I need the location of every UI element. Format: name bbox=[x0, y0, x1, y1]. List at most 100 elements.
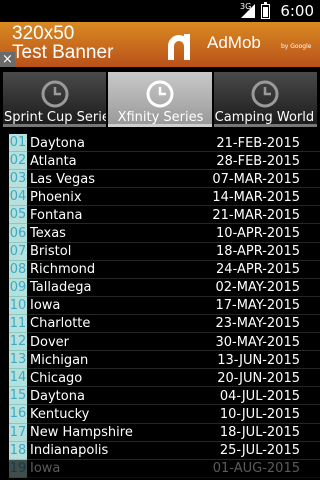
list-item[interactable]: 12 Dover 30-MAY-2015 bbox=[0, 333, 320, 352]
race-date: 13-JUN-2015 bbox=[217, 352, 300, 368]
race-number: 13 bbox=[9, 351, 27, 370]
list-item[interactable]: 09 Talladega 02-MAY-2015 bbox=[0, 278, 320, 297]
race-date: 17-MAY-2015 bbox=[215, 298, 300, 314]
race-number: 09 bbox=[9, 278, 27, 297]
series-tabs: Sprint Cup Series Xfinity Series Camping… bbox=[0, 67, 320, 130]
race-number: 04 bbox=[9, 188, 27, 207]
race-date: 20-JUN-2015 bbox=[217, 370, 300, 386]
race-date: 01-AUG-2015 bbox=[212, 461, 300, 477]
list-item[interactable]: 19 Iowa 01-AUG-2015 bbox=[0, 459, 320, 478]
status-time: 6:00 bbox=[280, 2, 314, 20]
race-number: 03 bbox=[9, 170, 27, 189]
race-number: 12 bbox=[9, 333, 27, 352]
tab-xfinity-series[interactable]: Xfinity Series bbox=[108, 72, 212, 127]
race-number: 18 bbox=[9, 441, 27, 460]
ad-brand-suffix: by Google bbox=[281, 43, 312, 50]
ad-brand: AdMob bbox=[207, 33, 261, 52]
tab-label: Camping World bbox=[214, 110, 315, 125]
race-date: 28-FEB-2015 bbox=[216, 153, 300, 169]
ad-headline-line2: Test Banner bbox=[12, 42, 114, 63]
race-number: 15 bbox=[9, 387, 27, 406]
tab-label: Xfinity Series bbox=[117, 110, 204, 125]
race-number: 19 bbox=[9, 459, 27, 478]
list-item[interactable]: 11 Charlotte 23-MAY-2015 bbox=[0, 314, 320, 334]
battery-icon bbox=[261, 1, 271, 19]
race-track: Atlanta bbox=[30, 153, 77, 169]
list-item[interactable]: 03 Las Vegas 07-MAR-2015 bbox=[0, 170, 320, 189]
race-track: Iowa bbox=[30, 298, 61, 314]
race-track: Michigan bbox=[30, 352, 89, 368]
list-item[interactable]: 08 Richmond 24-APR-2015 bbox=[0, 260, 320, 279]
list-item[interactable]: 18 Indianapolis 25-JUL-2015 bbox=[0, 441, 320, 460]
race-track: Kentucky bbox=[30, 406, 90, 422]
race-list[interactable]: 01 Daytona 21-FEB-2015 02 Atlanta 28-FEB-2015… bbox=[0, 134, 320, 480]
tab-label: Sprint Cup Series bbox=[4, 110, 107, 125]
race-number: 16 bbox=[9, 405, 27, 424]
race-number: 06 bbox=[9, 224, 27, 243]
race-date: 14-MAR-2015 bbox=[212, 189, 300, 205]
race-date: 10-JUL-2015 bbox=[219, 406, 300, 422]
race-number: 08 bbox=[9, 260, 27, 279]
race-track: Bristol bbox=[30, 244, 72, 260]
race-number: 17 bbox=[9, 423, 27, 442]
race-track: Phoenix bbox=[30, 189, 82, 205]
list-item[interactable]: 16 Kentucky 10-JUL-2015 bbox=[0, 405, 320, 424]
ad-banner[interactable]: 320x50 Test Banner × AdMob by Google bbox=[0, 22, 320, 67]
race-track: Charlotte bbox=[30, 316, 91, 332]
race-number: 07 bbox=[9, 242, 27, 261]
race-number: 11 bbox=[9, 314, 27, 334]
race-date: 24-APR-2015 bbox=[216, 262, 300, 278]
race-track: Texas bbox=[30, 226, 66, 242]
race-number: 01 bbox=[9, 134, 27, 153]
clock-icon bbox=[41, 80, 69, 108]
list-item[interactable]: 04 Phoenix 14-MAR-2015 bbox=[0, 188, 320, 207]
race-track: Daytona bbox=[30, 388, 85, 404]
race-track: Fontana bbox=[30, 207, 83, 223]
race-date: 10-APR-2015 bbox=[216, 226, 300, 242]
race-date: 18-APR-2015 bbox=[216, 244, 300, 260]
list-item[interactable]: 17 New Hampshire 18-JUL-2015 bbox=[0, 423, 320, 442]
race-track: Talladega bbox=[30, 280, 92, 296]
admob-logo-icon bbox=[168, 34, 190, 60]
list-item[interactable]: 05 Fontana 21-MAR-2015 bbox=[0, 206, 320, 225]
list-item[interactable]: 07 Bristol 18-APR-2015 bbox=[0, 242, 320, 261]
race-number: 10 bbox=[9, 296, 27, 315]
race-number: 14 bbox=[9, 369, 27, 388]
list-item[interactable]: 01 Daytona 21-FEB-2015 bbox=[0, 134, 320, 153]
race-number: 02 bbox=[9, 152, 27, 171]
tab-camping-world[interactable]: Camping World bbox=[213, 72, 317, 127]
race-track: Dover bbox=[30, 334, 69, 350]
race-date: 04-JUL-2015 bbox=[219, 388, 300, 404]
race-track: Las Vegas bbox=[30, 171, 95, 187]
clock-icon bbox=[251, 80, 279, 108]
status-bar: 3G 6:00 bbox=[0, 0, 320, 22]
race-number: 05 bbox=[9, 206, 27, 225]
race-date: 23-MAY-2015 bbox=[215, 316, 300, 332]
race-date: 02-MAY-2015 bbox=[215, 280, 300, 296]
list-item[interactable]: 14 Chicago 20-JUN-2015 bbox=[0, 369, 320, 388]
ad-headline: 320x50 Test Banner bbox=[12, 24, 113, 62]
race-date: 07-MAR-2015 bbox=[212, 171, 300, 187]
race-track: Iowa bbox=[30, 461, 61, 477]
race-track: Indianapolis bbox=[30, 443, 109, 459]
race-date: 18-JUL-2015 bbox=[219, 425, 300, 441]
list-item[interactable]: 15 Daytona 04-JUL-2015 bbox=[0, 387, 320, 406]
clock-icon bbox=[146, 80, 174, 108]
race-date: 21-MAR-2015 bbox=[212, 207, 300, 223]
race-track: Richmond bbox=[30, 262, 96, 278]
list-item[interactable]: 06 Texas 10-APR-2015 bbox=[0, 224, 320, 243]
race-date: 30-MAY-2015 bbox=[215, 334, 300, 350]
race-track: New Hampshire bbox=[30, 425, 133, 441]
list-item[interactable]: 13 Michigan 13-JUN-2015 bbox=[0, 351, 320, 370]
list-item[interactable]: 10 Iowa 17-MAY-2015 bbox=[0, 296, 320, 315]
race-track: Daytona bbox=[30, 135, 85, 151]
network-type: 3G bbox=[240, 1, 252, 11]
tab-sprint-cup-series[interactable]: Sprint Cup Series bbox=[3, 72, 107, 127]
list-item[interactable]: 02 Atlanta 28-FEB-2015 bbox=[0, 152, 320, 171]
ad-close-button[interactable]: × bbox=[0, 52, 15, 67]
ad-headline-line1: 320x50 bbox=[12, 23, 75, 44]
race-date: 21-FEB-2015 bbox=[216, 135, 300, 151]
row-divider bbox=[27, 476, 320, 478]
race-date: 25-JUL-2015 bbox=[219, 443, 300, 459]
race-track: Chicago bbox=[30, 370, 83, 386]
